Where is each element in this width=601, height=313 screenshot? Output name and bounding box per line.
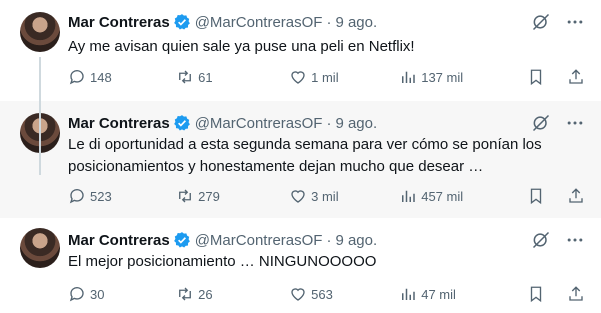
tweet-text: El mejor posicionamiento … NINGUNOOOOO [68,253,377,270]
views-button[interactable]: 47 mil [399,285,527,303]
grok-icon[interactable] [531,113,551,133]
timestamp[interactable]: 9 ago. [335,115,377,132]
more-options-icon[interactable] [565,113,585,133]
tweet[interactable]: Mar Contreras @MarContrerasOF · 9 ago. L… [0,101,601,218]
tweet[interactable]: Mar Contreras @MarContrerasOF · 9 ago. A… [0,0,601,101]
view-count: 457 mil [421,188,464,204]
author-handle[interactable]: @MarContrerasOF [195,14,323,31]
author-handle[interactable]: @MarContrerasOF [195,232,323,249]
heart-icon [291,288,305,301]
tweet-text: Le di oportunidad a esta segunda semana … [68,136,542,175]
retweet-button[interactable]: 26 [176,285,289,303]
share-icon[interactable] [567,187,585,205]
verified-badge-icon [173,231,191,249]
separator: · [326,114,332,132]
retweet-count: 26 [198,286,213,302]
views-button[interactable]: 457 mil [399,187,527,205]
heart-icon [291,71,305,84]
analytics-icon [402,71,415,83]
author-name[interactable]: Mar Contreras [68,115,170,132]
bookmark-icon[interactable] [527,68,545,86]
bookmark-icon[interactable] [527,285,545,303]
retweet-count: 279 [198,188,220,204]
reply-icon [69,287,84,302]
retweet-count: 61 [198,69,213,85]
retweet-button[interactable]: 279 [176,187,289,205]
retweet-icon [179,287,192,301]
like-button[interactable]: 1 mil [289,68,399,86]
timestamp[interactable]: 9 ago. [335,232,377,249]
avatar[interactable] [20,228,60,268]
reply-button[interactable]: 148 [68,68,176,86]
heart-icon [291,190,305,203]
tweet-header: Mar Contreras @MarContrerasOF · 9 ago. [68,113,377,133]
like-count: 3 mil [311,188,339,204]
reply-count: 30 [90,286,105,302]
retweet-icon [179,189,192,203]
reply-icon [69,189,84,204]
grok-icon[interactable] [531,12,551,32]
tweet-text: Ay me avisan quien sale ya puse una peli… [68,38,415,55]
reply-button[interactable]: 30 [68,285,176,303]
like-button[interactable]: 3 mil [289,187,399,205]
views-button[interactable]: 137 mil [399,68,527,86]
share-icon[interactable] [567,285,585,303]
retweet-button[interactable]: 61 [176,68,289,86]
tweet-header: Mar Contreras @MarContrerasOF · 9 ago. [68,230,377,250]
view-count: 47 mil [421,286,456,302]
author-name[interactable]: Mar Contreras [68,14,170,31]
share-icon[interactable] [567,68,585,86]
grok-icon[interactable] [531,230,551,250]
like-count: 1 mil [311,69,339,85]
reply-icon [69,70,84,85]
analytics-icon [402,288,415,300]
like-count: 563 [311,286,333,302]
separator: · [326,231,332,249]
bookmark-icon[interactable] [527,187,545,205]
retweet-icon [179,70,192,84]
tweet-header: Mar Contreras @MarContrerasOF · 9 ago. [68,12,377,32]
verified-badge-icon [173,114,191,132]
timestamp[interactable]: 9 ago. [335,14,377,31]
view-count: 137 mil [421,69,464,85]
action-bar: 148 61 1 mil 137 mil [68,67,585,87]
more-options-icon[interactable] [565,230,585,250]
avatar[interactable] [20,12,60,52]
action-bar: 30 26 563 47 mil [68,284,585,304]
reply-count: 148 [90,69,112,85]
like-button[interactable]: 563 [289,285,399,303]
reply-count: 523 [90,188,112,204]
more-options-icon[interactable] [565,12,585,32]
thread-connector-line [39,57,41,175]
separator: · [326,13,332,31]
action-bar: 523 279 3 mil 457 mil [68,186,585,206]
analytics-icon [402,190,415,202]
tweet[interactable]: Mar Contreras @MarContrerasOF · 9 ago. E… [0,218,601,313]
verified-badge-icon [173,13,191,31]
reply-button[interactable]: 523 [68,187,176,205]
author-name[interactable]: Mar Contreras [68,232,170,249]
author-handle[interactable]: @MarContrerasOF [195,115,323,132]
